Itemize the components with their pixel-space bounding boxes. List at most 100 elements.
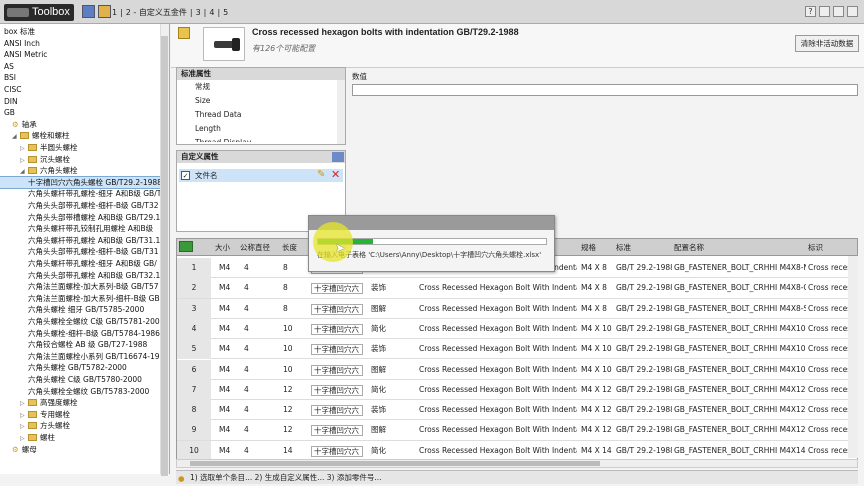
expand-arrow-icon[interactable]: ▷	[20, 410, 28, 421]
tree-item[interactable]: ▷ 半圆头螺栓	[0, 142, 78, 153]
tree-item[interactable]: ▷ 高强度螺栓	[0, 397, 78, 408]
tree-item[interactable]: 六角法兰面螺栓小系列 GB/T16674-19	[0, 351, 160, 362]
table-row[interactable]: 10 M4 4 14 十字槽凹穴六 简化 Cross Recessed Hexagon Bo…	[177, 440, 857, 459]
filename-checkbox[interactable]: ✓	[181, 171, 190, 180]
window-icon[interactable]	[833, 6, 844, 17]
delete-icon[interactable]: ✕	[331, 168, 340, 181]
tree-item[interactable]: 六角法兰面螺栓-加大系列-细杆-B级 GB	[0, 293, 160, 304]
column-header[interactable]: 规格	[581, 239, 615, 256]
custom-property-row[interactable]: ✓ 文件名 ✎ ✕	[179, 168, 343, 182]
tree-item[interactable]: 六角头头部带孔螺栓-细杆-B级 GB/T31	[0, 246, 159, 257]
add-property-icon[interactable]	[332, 152, 344, 162]
filename-cell[interactable]: 十字槽凹穴六	[311, 384, 363, 396]
filename-cell[interactable]: 十字槽凹穴六	[311, 364, 363, 376]
edit-icon[interactable]: ✎	[317, 169, 325, 180]
tree-item[interactable]: 六角头螺杆带孔螺栓-细牙 A和B级 GB/T	[0, 188, 161, 199]
tree-item[interactable]: 六角头螺栓全螺纹 GB/T5783-2000	[0, 386, 149, 397]
tree-item[interactable]: ⚙ 轴承	[0, 119, 37, 130]
expand-arrow-icon[interactable]: ◢	[12, 131, 20, 142]
tree-item[interactable]: ▷ 螺柱	[0, 432, 55, 443]
property-item[interactable]: Length	[177, 122, 345, 136]
tree-item[interactable]: ANSI Inch	[0, 38, 40, 49]
table-vscrollbar[interactable]	[848, 256, 858, 458]
row-number: 6	[177, 359, 211, 380]
tree-item[interactable]: 六角头螺杆带孔螺栓-细牙 A和B级 GB/	[0, 258, 157, 269]
filename-cell[interactable]: 十字槽凹穴六	[311, 303, 363, 315]
breadcrumb-item[interactable]: 1	[112, 8, 117, 17]
excel-icon[interactable]	[179, 241, 193, 252]
tree-scroll-thumb[interactable]	[161, 36, 168, 476]
tree-item[interactable]: CISC	[0, 84, 21, 95]
property-item[interactable]: Thread Display	[177, 136, 345, 142]
save-icon[interactable]	[82, 5, 95, 18]
tree-item[interactable]: ◢ 六角头螺栓	[0, 165, 78, 176]
tree-item[interactable]: AS	[0, 61, 14, 72]
property-item[interactable]: 常规	[177, 80, 345, 94]
tree-item[interactable]: ⚙ 螺母	[0, 444, 37, 455]
tree-item[interactable]: ▷ 专用螺栓	[0, 409, 70, 420]
tree-item[interactable]: 十字槽凹穴六角头螺栓 GB/T29.2-1988	[0, 175, 163, 189]
tree-item[interactable]: GB	[0, 107, 15, 118]
tree-item[interactable]: 六角头头部带孔螺栓-细杆-B级 GB/T32	[0, 200, 159, 211]
tree-item[interactable]: 六角头头部带槽螺栓 A和B级 GB/T29.1	[0, 212, 160, 223]
table-row[interactable]: 4 M4 4 10 十字槽凹穴六 简化 Cross Recessed Hexagon Bol…	[177, 318, 857, 340]
expand-arrow-icon[interactable]: ▷	[20, 155, 28, 166]
tree-item[interactable]: 六角头螺栓 C级 GB/T5780-2000	[0, 374, 142, 385]
window-icon[interactable]	[847, 6, 858, 17]
tree-item[interactable]: BSI	[0, 72, 16, 83]
properties-scrollbar[interactable]	[337, 80, 345, 144]
column-header[interactable]: 配置名称	[674, 239, 806, 256]
table-row[interactable]: 3 M4 4 8 十字槽凹穴六 图解 Cross Recessed Hexagon Bolt…	[177, 298, 857, 319]
expand-arrow-icon[interactable]: ▷	[20, 433, 28, 444]
column-header[interactable]: 公称直径	[240, 239, 280, 256]
tree-item[interactable]: 六角头螺杆带孔铰制孔用螺栓 A和B级	[0, 223, 153, 234]
tree-item[interactable]: 六角头螺栓 GB/T5782-2000	[0, 362, 127, 373]
table-row[interactable]: 8 M4 4 12 十字槽凹穴六 装饰 Cross Recessed Hexagon Bol…	[177, 400, 857, 421]
tree-item[interactable]: 六角铰合螺栓 AB 级 GB/T27-1988	[0, 339, 147, 350]
table-row[interactable]: 2 M4 4 8 十字槽凹穴六 装饰 Cross Recessed Hexagon Bolt…	[177, 278, 857, 299]
expand-arrow-icon[interactable]: ▷	[20, 398, 28, 409]
table-row[interactable]: 9 M4 4 12 十字槽凹穴六 图解 Cross Recessed Hexagon Bol…	[177, 420, 857, 441]
pin-icon[interactable]	[178, 27, 190, 39]
expand-arrow-icon[interactable]: ▷	[20, 143, 28, 154]
breadcrumb-item[interactable]: 3	[196, 8, 201, 17]
expand-arrow-icon[interactable]: ▷	[20, 421, 28, 432]
breadcrumb-item[interactable]: 5	[223, 8, 228, 17]
table-row[interactable]: 6 M4 4 10 十字槽凹穴六 图解 Cross Recessed Hexagon Bol…	[177, 359, 857, 380]
home-icon[interactable]	[98, 5, 111, 18]
property-item[interactable]: Size	[177, 94, 345, 108]
tree-item[interactable]: 六角头螺栓 细牙 GB/T5785-2000	[0, 304, 144, 315]
value-input[interactable]	[352, 84, 858, 96]
filename-cell[interactable]: 十字槽凹穴六	[311, 323, 363, 335]
column-header[interactable]: 大小	[215, 239, 239, 256]
filename-cell[interactable]: 十字槽凹穴六	[311, 344, 363, 356]
tree-item[interactable]: 六角头螺栓-细杆-B级 GB/T5784-1986	[0, 328, 160, 339]
filename-cell[interactable]: 十字槽凹穴六	[311, 405, 363, 417]
filename-cell[interactable]: 十字槽凹穴六	[311, 425, 363, 437]
breadcrumb-item[interactable]: 2 - 自定义五金件	[126, 8, 187, 17]
breadcrumb-item[interactable]: 4	[209, 8, 214, 17]
tree-item[interactable]: ▷ 沉头螺栓	[0, 154, 70, 165]
table-row[interactable]: 7 M4 4 12 十字槽凹穴六 简化 Cross Recessed Hexagon Bol…	[177, 379, 857, 401]
property-item[interactable]: Thread Data	[177, 108, 345, 122]
window-icon[interactable]	[819, 6, 830, 17]
filename-cell[interactable]: 十字槽凹穴六	[311, 283, 363, 295]
column-header[interactable]: 标准	[616, 239, 672, 256]
tree-item[interactable]: ▷ 方头螺栓	[0, 420, 70, 431]
tree-item[interactable]: 六角法兰面螺栓-加大系列-B级 GB/T57	[0, 281, 159, 292]
column-header[interactable]: 长度	[282, 239, 310, 256]
filename-cell[interactable]: 十字槽凹穴六	[311, 445, 363, 457]
tree-item[interactable]: 六角头螺栓全螺纹 C级 GB/T5781-200	[0, 316, 160, 327]
tree-item[interactable]: ◢ 螺栓和螺柱	[0, 130, 70, 141]
column-header[interactable]: 标识	[808, 239, 857, 256]
table-row[interactable]: 5 M4 4 10 十字槽凹穴六 装饰 Cross Recessed Hexagon Bol…	[177, 339, 857, 360]
tree-item[interactable]: ANSI Metric	[0, 49, 47, 60]
help-icon[interactable]: ?	[805, 6, 816, 17]
expand-arrow-icon[interactable]: ◢	[20, 166, 28, 177]
tree-item[interactable]: box 标准	[0, 26, 35, 37]
tree-item[interactable]: DIN	[0, 96, 18, 107]
tree-item[interactable]: 六角头螺杆带孔螺栓 A和B级 GB/T31.1	[0, 235, 160, 246]
table-hscroll-thumb[interactable]	[190, 461, 600, 466]
tree-item[interactable]: 六角头头部带孔螺栓 A和B级 GB/T32.1	[0, 270, 160, 281]
clear-inactive-button[interactable]: 清除非活动数据	[795, 35, 859, 52]
